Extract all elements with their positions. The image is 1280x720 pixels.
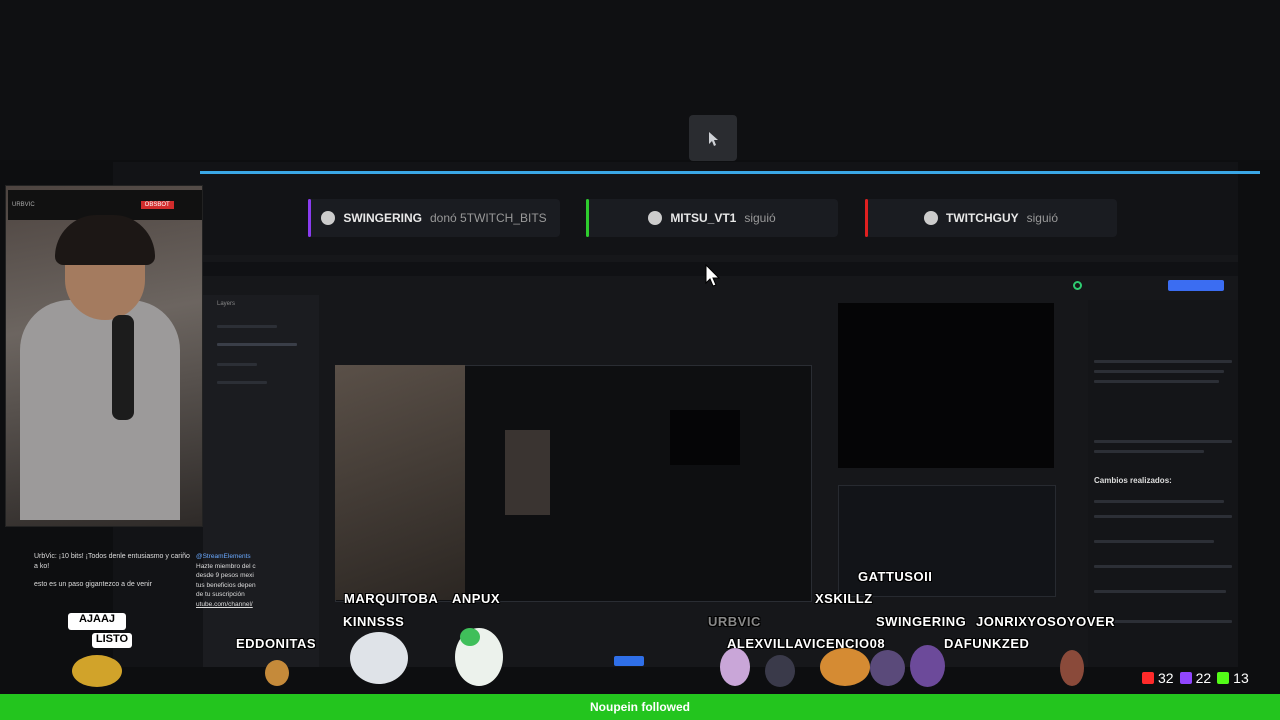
alert-bits: SWINGERING donó 5TWITCH_BITS <box>308 199 560 237</box>
alert-user: MITSU_VT1 <box>670 211 737 225</box>
alert-follow-2: TWITCHGUY siguió <box>865 199 1117 237</box>
viewer-name: JONRIXYOSOYOVER <box>976 614 1115 629</box>
viewer-name: ANPUX <box>452 591 501 606</box>
sprite <box>820 648 870 686</box>
kick-count-value: 13 <box>1233 670 1249 686</box>
speech-bubble: LISTO <box>92 633 132 648</box>
nested-webcam <box>335 365 465 600</box>
chat-panel-2: @StreamElements Hazte miembro del c desd… <box>196 552 261 614</box>
abomasnow-sprite <box>350 632 408 684</box>
kick-count: 13 <box>1217 670 1249 686</box>
small-sprite <box>265 660 289 686</box>
viewer-name: URBVIC <box>708 614 761 629</box>
text-line <box>1094 565 1232 568</box>
viewer-counts: 32 22 13 <box>1142 668 1249 688</box>
user-icon <box>923 211 938 225</box>
viewer-name: GATTUSOII <box>858 569 933 584</box>
alert-follow: MITSU_VT1 siguió <box>586 199 838 237</box>
alert-user: TWITCHGUY <box>945 211 1019 225</box>
youtube-count: 32 <box>1142 670 1174 686</box>
chat-line: UrbVic: ¡10 bits! ¡Todos denle entusiasm… <box>34 553 190 570</box>
top-background <box>0 0 1280 160</box>
text-line <box>1094 440 1232 443</box>
chat-line: esto es un paso gigantezco a de venir <box>34 581 152 588</box>
hud-channel: URBVIC <box>12 202 35 208</box>
youtube-count-value: 32 <box>1158 670 1174 686</box>
layer-item[interactable] <box>217 363 257 366</box>
speech-bubble: AJAAJ <box>68 613 126 630</box>
sprite <box>765 655 795 687</box>
chat-header: @StreamElements <box>196 553 251 560</box>
preview-black-box <box>838 303 1054 468</box>
kick-icon <box>1217 672 1230 684</box>
text-line <box>1094 540 1214 543</box>
alert-bar <box>308 199 311 237</box>
text-line <box>1094 450 1204 453</box>
sprite <box>1060 650 1084 686</box>
editor-blue-button[interactable] <box>1168 280 1224 291</box>
user-icon <box>648 211 663 225</box>
layers-title: Layers <box>217 301 236 307</box>
twitch-count: 22 <box>1179 670 1212 686</box>
nested-black-box <box>670 410 740 465</box>
text-line <box>1094 500 1224 503</box>
layer-item[interactable] <box>217 381 267 384</box>
gengar-sprite <box>910 645 945 687</box>
ai-chat-panel: Cambios realizados: <box>1088 300 1238 667</box>
layer-item[interactable] <box>217 343 297 346</box>
chat-body: Hazte miembro del c desde 9 pesos mexi t… <box>196 562 256 599</box>
alert-bar <box>586 199 589 237</box>
twitch-count-value: 22 <box>1195 670 1212 686</box>
alert-bar <box>865 199 868 237</box>
alert-action: siguió <box>1026 211 1058 225</box>
alert-action: donó 5TWITCH_BITS <box>429 211 547 225</box>
twitch-icon <box>1179 672 1192 684</box>
bits-icon <box>321 211 336 225</box>
mouse-cursor-icon <box>705 264 721 287</box>
viewer-name: DAFUNKZED <box>944 636 1030 651</box>
gardevoir-hair <box>460 628 480 646</box>
streamer-body <box>20 300 180 520</box>
chat-link[interactable]: utube.com/channel/ <box>196 600 261 610</box>
pikachu-sprite <box>72 655 122 687</box>
text-line <box>1094 515 1232 518</box>
right-heading: Cambios realizados: <box>1094 476 1172 485</box>
alert-action: siguió <box>744 211 776 225</box>
microphone <box>112 315 134 420</box>
alert-user: SWINGERING <box>343 211 422 225</box>
editor-indicator <box>614 656 644 666</box>
pointer-click-icon <box>709 132 718 146</box>
viewer-name: KINNSSS <box>343 614 405 629</box>
sprite <box>870 650 905 686</box>
text-line <box>1094 370 1224 373</box>
status-dot-icon <box>1073 281 1082 290</box>
sprite <box>720 648 750 686</box>
text-line <box>1094 590 1226 593</box>
viewer-name: EDDONITAS <box>236 636 317 651</box>
nested-webcam-2 <box>505 430 550 515</box>
accent-line <box>200 171 1260 174</box>
youtube-icon <box>1142 672 1154 684</box>
viewer-name: SWINGERING <box>876 614 967 629</box>
viewer-name: ALEXVILLAVICENCIO08 <box>727 636 886 651</box>
viewer-name: XSKILLZ <box>815 591 873 606</box>
follow-notification-bar: Noupein followed <box>0 694 1280 720</box>
chat-overlay: UrbVic: ¡10 bits! ¡Todos denle entusiasm… <box>34 552 194 612</box>
text-line <box>1094 380 1219 383</box>
cursor-tool-button[interactable] <box>689 115 737 161</box>
layer-item[interactable] <box>217 325 277 328</box>
hud-badge: OBSBOT <box>140 201 174 209</box>
viewer-name: MARQUITOBA <box>344 591 439 606</box>
text-line <box>1094 360 1232 363</box>
